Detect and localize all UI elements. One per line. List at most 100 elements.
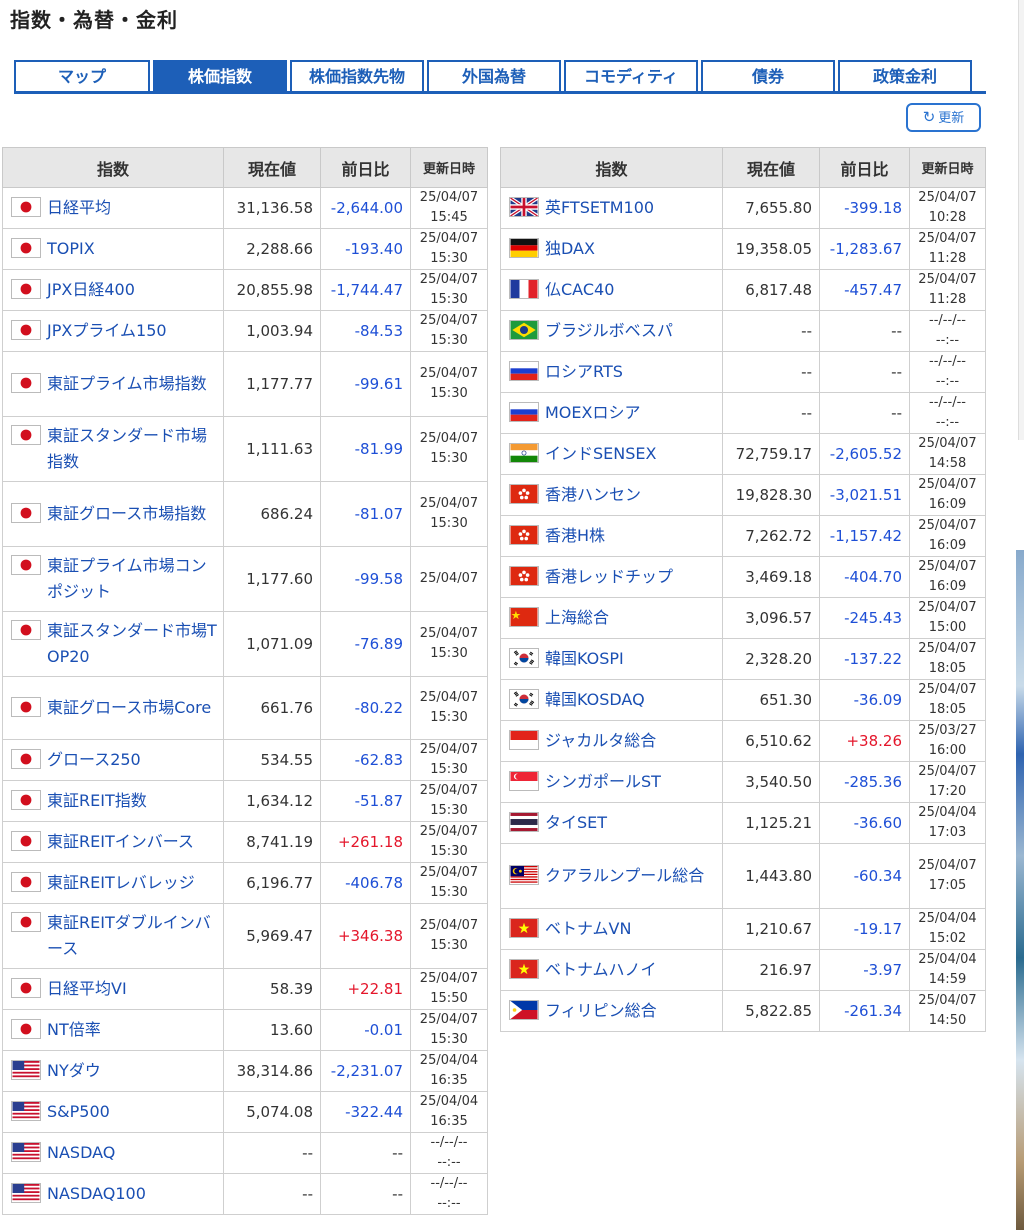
table-row[interactable]: NYダウ 38,314.86 -2,231.07 25/04/04 16:35 (2, 1050, 488, 1092)
index-link[interactable]: 英FTSETM100 (545, 195, 654, 221)
index-link[interactable]: JPXプライム150 (47, 318, 167, 344)
table-row[interactable]: 東証REITインバース 8,741.19 +261.18 25/04/07 15:30 (2, 821, 488, 863)
table-row[interactable]: JPXプライム150 1,003.94 -84.53 25/04/07 15:30 (2, 310, 488, 352)
index-link[interactable]: 上海総合 (545, 605, 609, 631)
table-row[interactable]: 東証REITレバレッジ 6,196.77 -406.78 25/04/07 15:30 (2, 862, 488, 904)
current-value: 3,540.50 (722, 761, 820, 803)
table-row[interactable]: シンガポールST 3,540.50 -285.36 25/04/07 17:20 (500, 761, 986, 803)
index-link[interactable]: 香港ハンセン (545, 482, 641, 508)
index-link[interactable]: TOPIX (47, 236, 95, 262)
table-row[interactable]: 独DAX 19,358.05 -1,283.67 25/04/07 11:28 (500, 228, 986, 270)
index-link[interactable]: 仏CAC40 (545, 277, 614, 303)
table-row[interactable]: 東証グロース市場指数 686.24 -81.07 25/04/07 15:30 (2, 481, 488, 547)
index-link[interactable]: 東証REITダブルインバース (47, 910, 219, 962)
table-row[interactable]: ロシアRTS -- -- --/--/-- --:-- (500, 351, 986, 393)
table-row[interactable]: タイSET 1,125.21 -36.60 25/04/04 17:03 (500, 802, 986, 844)
index-link[interactable]: ベトナムハノイ (545, 957, 657, 983)
updated-clock: 18:05 (928, 661, 967, 676)
index-link[interactable]: NASDAQ (47, 1140, 115, 1166)
index-link[interactable]: NT倍率 (47, 1017, 101, 1043)
table-row[interactable]: MOEXロシア -- -- --/--/-- --:-- (500, 392, 986, 434)
table-row[interactable]: S&P500 5,074.08 -322.44 25/04/04 16:35 (2, 1091, 488, 1133)
index-link[interactable]: S&P500 (47, 1099, 110, 1125)
table-row[interactable]: 韓国KOSPI 2,328.20 -137.22 25/04/07 18:05 (500, 638, 986, 680)
table-row[interactable]: 仏CAC40 6,817.48 -457.47 25/04/07 11:28 (500, 269, 986, 311)
index-link[interactable]: クアラルンプール総合 (545, 863, 704, 889)
table-row[interactable]: 英FTSETM100 7,655.80 -399.18 25/04/07 10:28 (500, 187, 986, 229)
index-link[interactable]: 香港レッドチップ (545, 564, 673, 590)
tab-policy-rate[interactable]: 政策金利 (838, 60, 972, 91)
table-row[interactable]: 東証グロース市場Core 661.76 -80.22 25/04/07 15:30 (2, 676, 488, 740)
table-row[interactable]: 東証スタンダード市場指数 1,111.63 -81.99 25/04/07 15:30 (2, 416, 488, 482)
table-row[interactable]: フィリピン総合 5,822.85 -261.34 25/04/07 14:50 (500, 990, 986, 1032)
table-row[interactable]: ジャカルタ総合 6,510.62 +38.26 25/03/27 16:00 (500, 720, 986, 762)
index-link[interactable]: 香港H株 (545, 523, 605, 549)
table-row[interactable]: 日経平均 31,136.58 -2,644.00 25/04/07 15:45 (2, 187, 488, 229)
table-row[interactable]: JPX日経400 20,855.98 -1,744.47 25/04/07 15:30 (2, 269, 488, 311)
table-row[interactable]: 韓国KOSDAQ 651.30 -36.09 25/04/07 18:05 (500, 679, 986, 721)
index-link[interactable]: ロシアRTS (545, 359, 623, 385)
index-link[interactable]: 東証REIT指数 (47, 788, 147, 814)
table-row[interactable]: グロース250 534.55 -62.83 25/04/07 15:30 (2, 739, 488, 781)
table-row[interactable]: ベトナムVN 1,210.67 -19.17 25/04/04 15:02 (500, 908, 986, 950)
index-link[interactable]: 東証スタンダード市場TOP20 (47, 618, 219, 670)
table-row[interactable]: 香港H株 7,262.72 -1,157.42 25/04/07 16:09 (500, 515, 986, 557)
index-link[interactable]: 独DAX (545, 236, 595, 262)
index-link[interactable]: 日経平均 (47, 195, 111, 221)
index-link[interactable]: フィリピン総合 (545, 998, 657, 1024)
table-row[interactable]: TOPIX 2,288.66 -193.40 25/04/07 15:30 (2, 228, 488, 270)
updated-time: 25/04/07 (410, 546, 488, 612)
table-row[interactable]: 上海総合 3,096.57 -245.43 25/04/07 15:00 (500, 597, 986, 639)
japan-flag-icon (11, 503, 41, 523)
table-row[interactable]: 香港レッドチップ 3,469.18 -404.70 25/04/07 16:09 (500, 556, 986, 598)
index-link[interactable]: ジャカルタ総合 (545, 728, 656, 754)
scrollbar-track[interactable] (1018, 0, 1024, 440)
tab-forex[interactable]: 外国為替 (427, 60, 561, 91)
index-link[interactable]: ベトナムVN (545, 916, 631, 942)
index-link[interactable]: 韓国KOSPI (545, 646, 624, 672)
table-row[interactable]: ブラジルボベスパ -- -- --/--/-- --:-- (500, 310, 986, 352)
table-row[interactable]: ベトナムハノイ 216.97 -3.97 25/04/04 14:59 (500, 949, 986, 991)
index-link[interactable]: 東証グロース市場Core (47, 695, 211, 721)
table-row[interactable]: 東証スタンダード市場TOP20 1,071.09 -76.89 25/04/07 15:… (2, 611, 488, 677)
index-link[interactable]: 東証REITインバース (47, 829, 194, 855)
index-link[interactable]: 日経平均VI (47, 976, 127, 1002)
table-row[interactable]: 香港ハンセン 19,828.30 -3,021.51 25/04/07 16:09 (500, 474, 986, 516)
table-row[interactable]: NT倍率 13.60 -0.01 25/04/07 15:30 (2, 1009, 488, 1051)
index-link[interactable]: ブラジルボベスパ (545, 318, 673, 344)
updated-date: --/--/-- (430, 1176, 468, 1191)
index-link[interactable]: JPX日経400 (47, 277, 135, 303)
index-link[interactable]: 東証REITレバレッジ (47, 870, 195, 896)
table-row[interactable]: 東証プライム市場コンポジット 1,177.60 -99.58 25/04/07 (2, 546, 488, 612)
tab-stock-index[interactable]: 株価指数 (153, 60, 287, 91)
table-row[interactable]: NASDAQ100 -- -- --/--/-- --:-- (2, 1173, 488, 1215)
table-row[interactable]: 東証REIT指数 1,634.12 -51.87 25/04/07 15:30 (2, 780, 488, 822)
tab-commodity[interactable]: コモディティ (564, 60, 698, 91)
table-row[interactable]: 日経平均VI 58.39 +22.81 25/04/07 15:50 (2, 968, 488, 1010)
index-link[interactable]: NYダウ (47, 1058, 101, 1084)
updated-date: 25/04/07 (419, 690, 479, 705)
index-link[interactable]: 韓国KOSDAQ (545, 687, 645, 713)
index-link[interactable]: NASDAQ100 (47, 1181, 146, 1207)
index-link[interactable]: 東証スタンダード市場指数 (47, 423, 219, 475)
table-row[interactable]: インドSENSEX 72,759.17 -2,605.52 25/04/07 14:58 (500, 433, 986, 475)
index-link[interactable]: タイSET (545, 810, 607, 836)
table-row[interactable]: 東証プライム市場指数 1,177.77 -99.61 25/04/07 15:30 (2, 351, 488, 417)
index-link[interactable]: インドSENSEX (545, 441, 656, 467)
index-link[interactable]: 東証グロース市場指数 (47, 501, 206, 527)
index-link[interactable]: グロース250 (47, 747, 141, 773)
index-link[interactable]: MOEXロシア (545, 400, 640, 426)
table-row[interactable]: クアラルンプール総合 1,443.80 -60.34 25/04/07 17:05 (500, 843, 986, 909)
tab-bonds[interactable]: 債券 (701, 60, 835, 91)
index-name-cell: TOPIX (2, 228, 224, 270)
index-name-cell: 日経平均VI (2, 968, 224, 1010)
table-row[interactable]: 東証REITダブルインバース 5,969.47 +346.38 25/04/07 15:… (2, 903, 488, 969)
tab-map[interactable]: マップ (14, 60, 150, 91)
current-value: 1,003.94 (223, 310, 321, 352)
tab-index-futures[interactable]: 株価指数先物 (290, 60, 424, 91)
refresh-button[interactable]: ↻ 更新 (906, 103, 981, 132)
table-row[interactable]: NASDAQ -- -- --/--/-- --:-- (2, 1132, 488, 1174)
index-link[interactable]: 東証プライム市場コンポジット (47, 553, 219, 605)
index-link[interactable]: シンガポールST (545, 769, 661, 795)
index-link[interactable]: 東証プライム市場指数 (47, 371, 207, 397)
